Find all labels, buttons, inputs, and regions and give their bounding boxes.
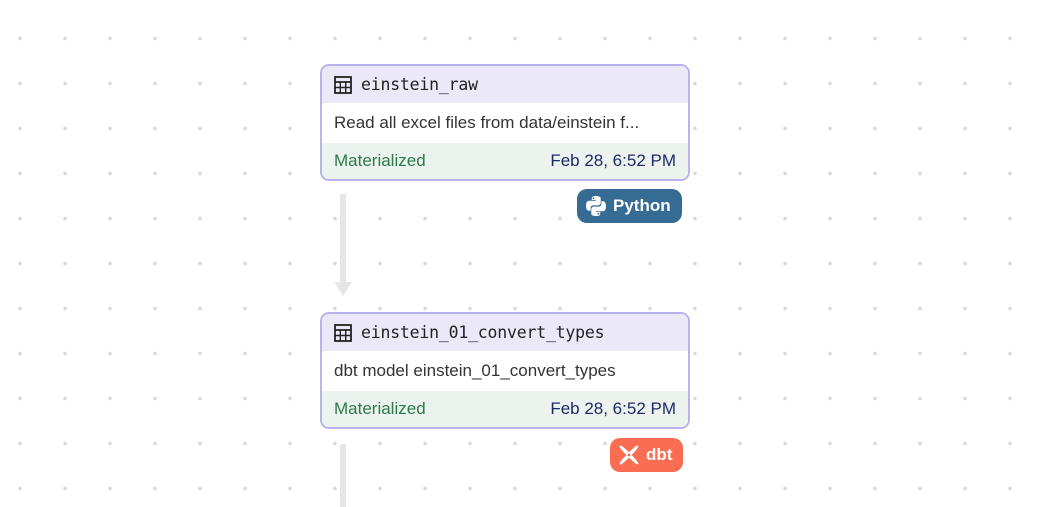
materialization-status: Materialized [334,151,426,170]
lineage-canvas[interactable]: einstein_raw Read all excel files from d… [0,0,1037,507]
dbt-logo-icon [619,445,639,465]
table-icon [334,75,352,94]
node-header: einstein_01_convert_types [322,314,688,351]
materialization-timestamp[interactable]: Feb 28, 6:52 PM [550,151,676,171]
asset-node-einstein-01-convert-types[interactable]: einstein_01_convert_types dbt model eins… [320,312,690,429]
edge-arrowhead [334,282,352,296]
node-title: einstein_raw [361,75,478,94]
node-description-text: Read all excel files from data/einstein … [334,113,640,132]
node-description: dbt model einstein_01_convert_types [322,351,688,391]
node-title: einstein_01_convert_types [361,323,605,342]
compute-kind-badge-dbt: dbt [610,438,684,472]
node-description-text: dbt model einstein_01_convert_types [334,361,616,380]
node-description: Read all excel files from data/einstein … [322,103,688,143]
materialization-timestamp[interactable]: Feb 28, 6:52 PM [550,399,676,419]
asset-node-einstein-raw[interactable]: einstein_raw Read all excel files from d… [320,64,690,181]
edge-connector [340,194,346,286]
node-status-row: Materialized Feb 28, 6:52 PM [322,391,688,427]
node-status-row: Materialized Feb 28, 6:52 PM [322,143,688,179]
edge-connector [340,444,346,507]
materialization-status: Materialized [334,399,426,418]
table-icon [334,323,352,342]
badge-label: Python [613,196,671,215]
node-header: einstein_raw [322,66,688,103]
python-logo-icon [586,196,606,216]
compute-kind-badge-python: Python [577,189,682,223]
badge-label: dbt [646,445,673,464]
